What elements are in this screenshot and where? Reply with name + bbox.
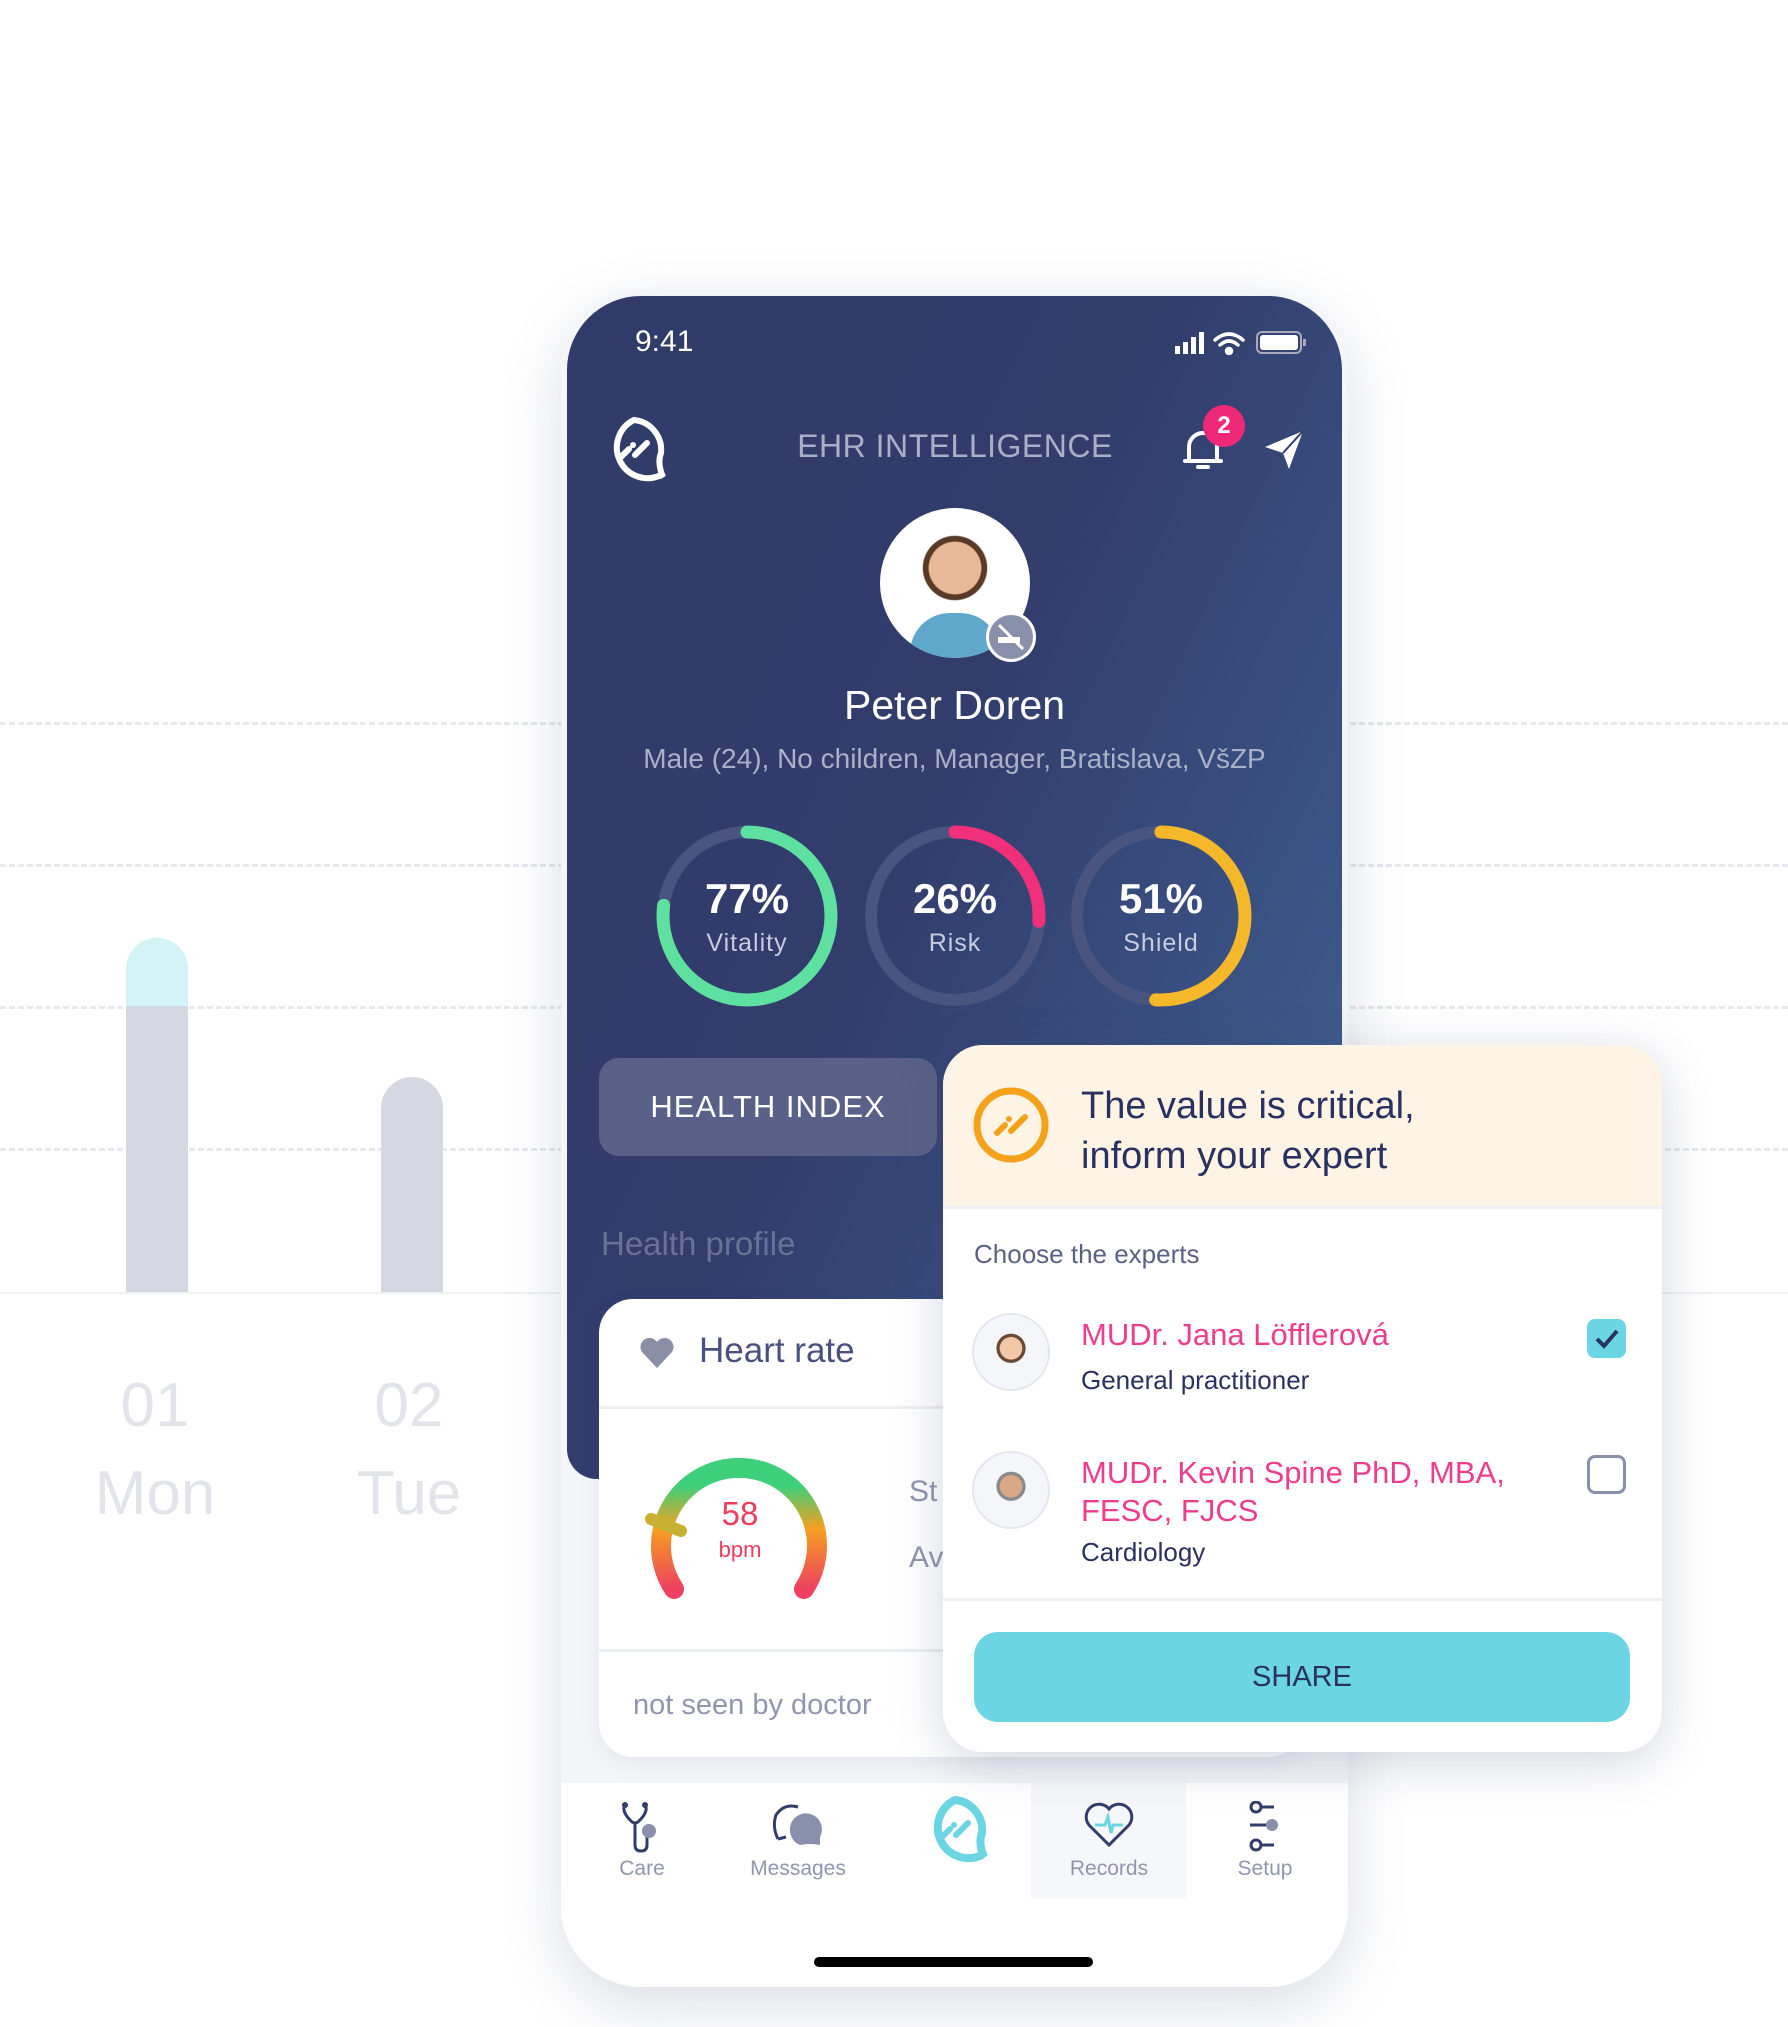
popup-title: The value is critical, inform your expert <box>1081 1081 1415 1181</box>
send-icon[interactable] <box>1261 427 1307 473</box>
card-title: Heart rate <box>699 1331 855 1370</box>
status-icons <box>1175 331 1306 356</box>
patient-details: Male (24), No children, Manager, Bratisl… <box>643 743 1266 774</box>
tab-bar: Care Messages Records Setup <box>561 1783 1348 1987</box>
bg-day-name: Mon <box>94 1459 216 1528</box>
score-shield[interactable]: 51% Shield <box>1077 875 1245 958</box>
ehr-logo-icon[interactable] <box>599 415 669 485</box>
expert-role: Cardiology <box>1081 1537 1206 1567</box>
score-risk[interactable]: 26% Risk <box>871 875 1039 958</box>
app-title: EHR INTELLIGENCE <box>797 428 1113 464</box>
share-button[interactable]: SHARE <box>974 1632 1630 1722</box>
doctor-status: not seen by doctor <box>633 1689 872 1721</box>
expert-name: MUDr. Kevin Spine PhD, MBA, <box>1081 1455 1505 1490</box>
popup-subtitle: Choose the experts <box>974 1239 1200 1269</box>
sliders-icon <box>1249 1800 1278 1852</box>
tab-care[interactable]: Care <box>567 1783 717 1880</box>
expert-avatar <box>972 1313 1050 1391</box>
expert-name-continued: FESC, FJCS <box>1081 1493 1259 1528</box>
stat-label: St <box>909 1475 938 1508</box>
bg-day-number: 02 <box>374 1371 444 1440</box>
tab-messages[interactable]: Messages <box>723 1783 873 1880</box>
score-label: Vitality <box>706 929 788 957</box>
score-label: Risk <box>928 929 982 957</box>
battery-icon <box>1256 331 1306 354</box>
tab-label: Care <box>619 1857 665 1880</box>
home-indicator <box>814 1957 1093 1967</box>
popup-title-line: The value is critical, <box>1081 1085 1415 1127</box>
score-label: Shield <box>1123 929 1199 957</box>
bg-bar <box>381 1077 443 1292</box>
popup-title-line: inform your expert <box>1081 1135 1388 1177</box>
bg-day-number: 01 <box>120 1371 190 1440</box>
heart-icon <box>640 1337 674 1368</box>
score-value: 26% <box>912 875 998 922</box>
bg-bar <box>126 938 188 1292</box>
score-value: 77% <box>704 875 790 922</box>
score-vitality[interactable]: 77% Vitality <box>663 875 831 958</box>
tab-label: Records <box>1069 1857 1149 1880</box>
heart-rate-value: 58 <box>721 1495 759 1532</box>
stat-label: Av <box>909 1541 944 1574</box>
critical-value-popup: The value is critical, inform your expert… <box>943 1045 1662 1752</box>
check-icon <box>1595 1329 1619 1349</box>
expert-item[interactable]: MUDr. Kevin Spine PhD, MBA, FESC, FJCS C… <box>943 1445 1662 1595</box>
expert-name: MUDr. Jana Löfflerová <box>1081 1317 1389 1352</box>
section-title: Health profile <box>601 1225 796 1262</box>
health-index-button[interactable]: HEALTH INDEX <box>599 1058 937 1156</box>
heart-records-icon <box>1084 1802 1134 1848</box>
expert-avatar <box>972 1451 1050 1529</box>
patient-name: Peter Doren <box>843 682 1066 728</box>
tab-label: Messages <box>750 1857 846 1880</box>
status-time: 9:41 <box>635 325 694 358</box>
expert-role: General practitioner <box>1081 1365 1310 1395</box>
signal-icon <box>1175 332 1204 354</box>
expert-checkbox-unchecked[interactable] <box>1587 1455 1626 1494</box>
ehr-logo-icon <box>933 1795 988 1863</box>
wifi-icon <box>1213 332 1245 356</box>
expert-checkbox-checked[interactable] <box>1587 1319 1626 1358</box>
no-smoking-icon <box>986 612 1036 662</box>
messages-icon <box>772 1804 822 1845</box>
heart-rate-unit: bpm <box>718 1537 762 1562</box>
alert-logo-icon <box>973 1087 1049 1163</box>
expert-item[interactable]: MUDr. Jana Löfflerová General practition… <box>943 1307 1662 1427</box>
score-value: 51% <box>1118 875 1204 922</box>
bg-day-name: Tue <box>356 1459 462 1528</box>
tab-records[interactable]: Records <box>1034 1783 1184 1880</box>
notification-badge: 2 <box>1203 405 1245 447</box>
tab-label: Setup <box>1237 1857 1293 1880</box>
tab-setup[interactable]: Setup <box>1190 1783 1340 1880</box>
tab-home[interactable] <box>880 1783 1030 1870</box>
stethoscope-icon <box>622 1802 656 1853</box>
